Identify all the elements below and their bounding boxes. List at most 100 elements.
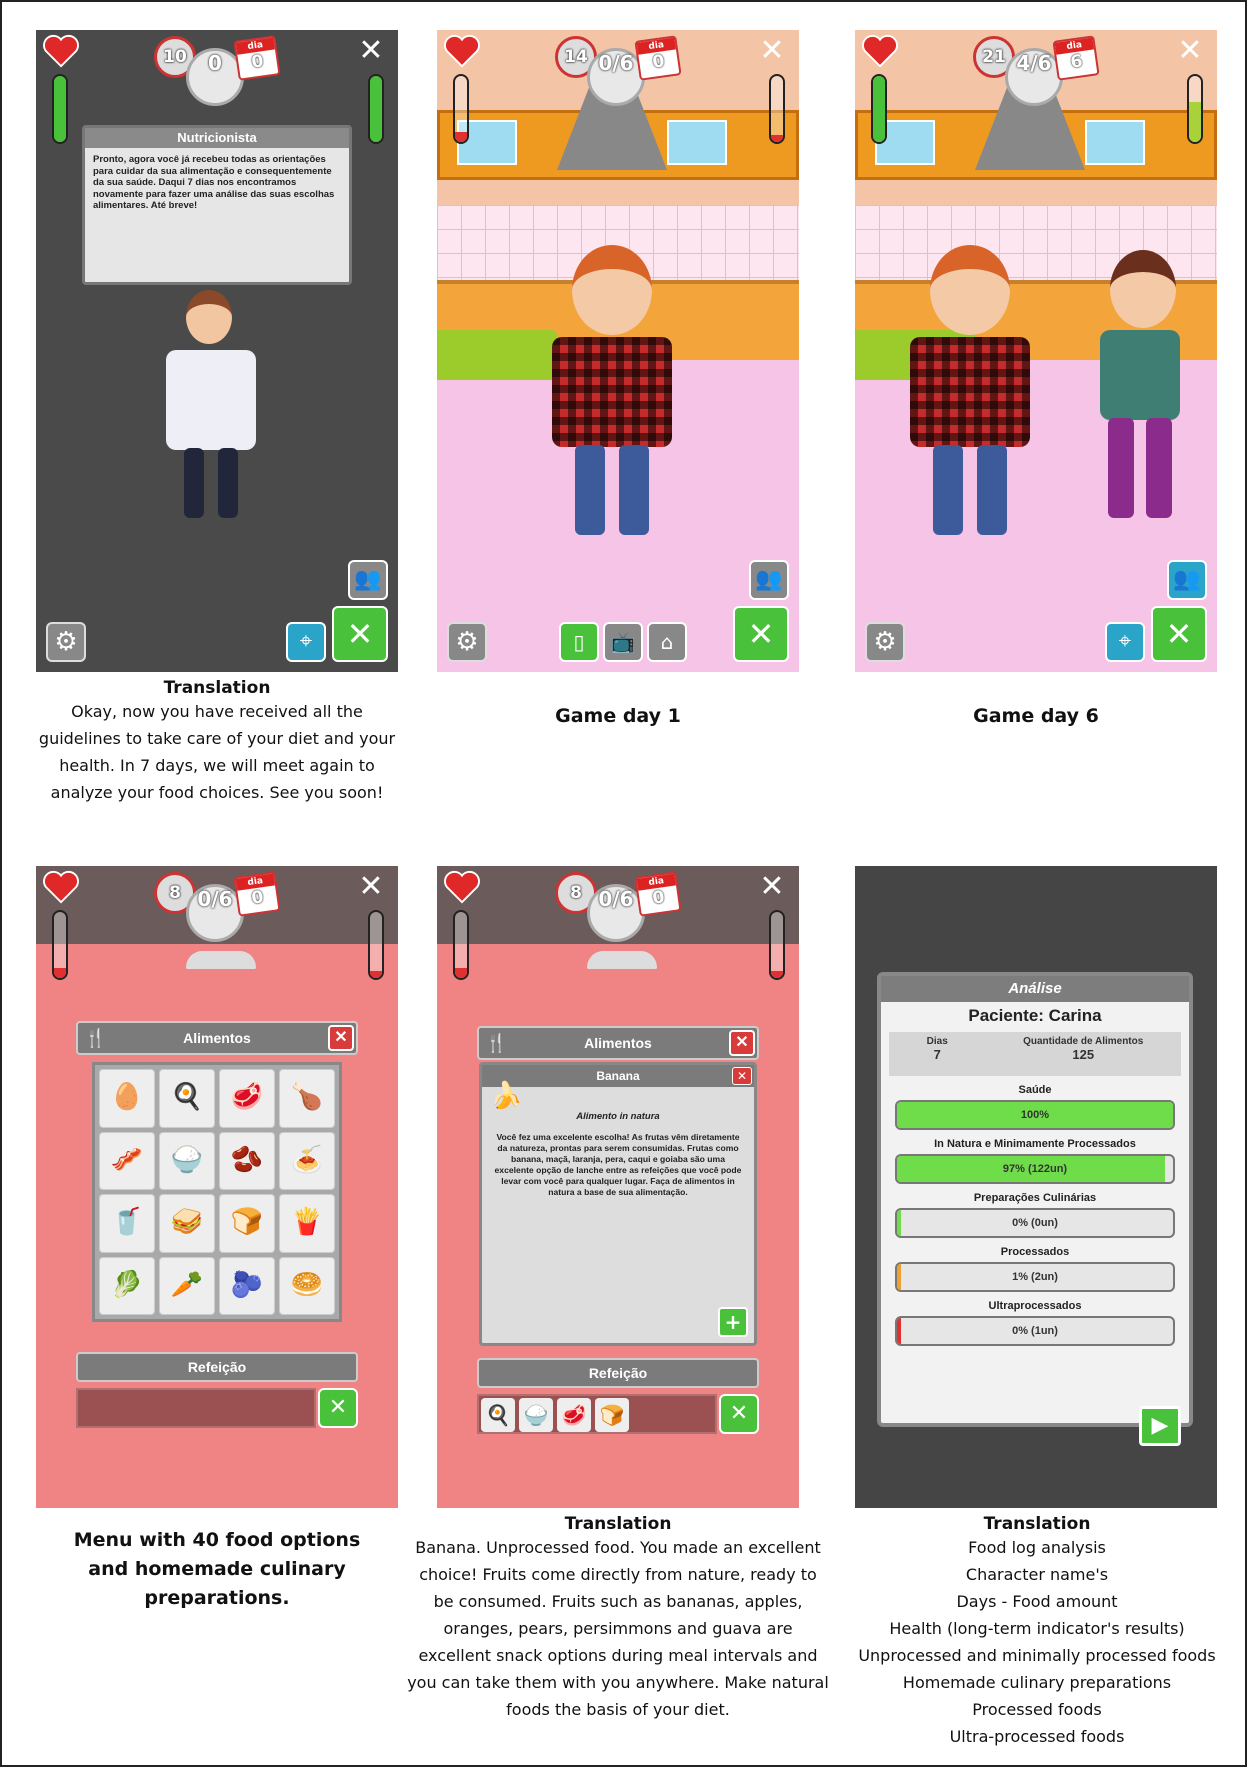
food-item[interactable]: 🥚 bbox=[99, 1069, 155, 1128]
meal-item[interactable]: 🍞 bbox=[595, 1398, 629, 1432]
hunger-bar bbox=[1187, 74, 1203, 144]
eat-button[interactable]: ✕ bbox=[733, 606, 789, 662]
eat-button[interactable]: ✕ bbox=[318, 1388, 358, 1428]
settings-button[interactable]: ⚙ bbox=[447, 622, 487, 662]
heart-icon bbox=[444, 35, 480, 68]
analysis-bar-label: Ultraprocessados bbox=[988, 1300, 1082, 1312]
characters-button[interactable]: 👥 bbox=[348, 560, 388, 600]
location-button[interactable]: ⌖ bbox=[286, 622, 326, 662]
meal-slot[interactable] bbox=[76, 1388, 316, 1428]
caption-line: Unprocessed and minimally processed food… bbox=[858, 1646, 1216, 1665]
caption-lines: Food log analysis Character name's Days - … bbox=[827, 1534, 1247, 1750]
nutritionist-dialog: Nutricionista Pronto, agora você já rece… bbox=[82, 125, 352, 285]
caption-title: Translation bbox=[163, 678, 271, 698]
food-item[interactable]: 🍟 bbox=[279, 1194, 335, 1253]
food-name: Banana bbox=[482, 1065, 754, 1087]
day-calendar: dia 0 bbox=[634, 871, 682, 917]
meal-slot[interactable]: 🍳 🍚 🥩 🍞 bbox=[477, 1394, 717, 1434]
caption-line: Health (long-term indicator's results) bbox=[889, 1619, 1185, 1638]
analysis-bar-label: In Natura e Minimamente Processados bbox=[934, 1138, 1136, 1150]
heart-icon bbox=[43, 871, 79, 904]
analysis-bar-value: 0% (1un) bbox=[1012, 1325, 1058, 1337]
store-button[interactable]: ⌂ bbox=[647, 622, 687, 662]
food-menu-header: 🍴 Alimentos ✕ bbox=[76, 1021, 358, 1055]
food-item[interactable]: 🫘 bbox=[219, 1131, 275, 1190]
food-item[interactable]: 🫐 bbox=[219, 1256, 275, 1315]
analysis-bars: Saúde 100% In Natura e Minimamente Process… bbox=[881, 1084, 1189, 1346]
heart-icon bbox=[43, 35, 79, 68]
caption-panel-4: Menu with 40 food options and homemade c… bbox=[73, 1529, 361, 1609]
caption-line: Food log analysis bbox=[968, 1538, 1106, 1557]
food-item[interactable]: 🥪 bbox=[159, 1194, 215, 1253]
meal-item[interactable]: 🍳 bbox=[481, 1398, 515, 1432]
food-menu-title: Alimentos bbox=[584, 1035, 652, 1051]
heart-icon bbox=[862, 35, 898, 68]
eat-button[interactable]: ✕ bbox=[719, 1394, 759, 1434]
food-item[interactable]: 🥤 bbox=[99, 1194, 155, 1253]
health-bar bbox=[453, 910, 469, 980]
meal-item[interactable]: 🥩 bbox=[557, 1398, 591, 1432]
health-bar bbox=[52, 74, 68, 144]
caption-panel-3: Game day 6 bbox=[973, 705, 1099, 727]
settings-button[interactable]: ⚙ bbox=[46, 622, 86, 662]
nutritionist-character bbox=[156, 290, 266, 530]
caption-panel-6: Translation Food log analysis Character n… bbox=[827, 1514, 1247, 1750]
cutlery-icon: 🍴 bbox=[84, 1028, 107, 1048]
analysis-stats: Dias 7 Quantidade de Alimentos 125 bbox=[889, 1032, 1181, 1076]
food-item[interactable]: 🍳 bbox=[159, 1069, 215, 1128]
eat-button[interactable]: ✕ bbox=[1151, 606, 1207, 662]
next-button[interactable]: ▶ bbox=[1139, 1406, 1181, 1446]
screen-game-day-1: ✕ 14 0/6 dia 0 👥 ⚙ ▯ 📺 ⌂ ✕ bbox=[437, 30, 799, 672]
close-card-button[interactable]: ✕ bbox=[732, 1067, 752, 1085]
food-item[interactable]: 🥕 bbox=[159, 1256, 215, 1315]
day-calendar: dia 0 bbox=[233, 871, 281, 917]
close-menu-button[interactable]: ✕ bbox=[328, 1025, 354, 1051]
characters-button[interactable]: 👥 bbox=[1167, 560, 1207, 600]
analysis-bar-value: 1% (2un) bbox=[1012, 1271, 1058, 1283]
analysis-bar-label: Preparações Culinárias bbox=[973, 1192, 1097, 1204]
screen-game-day-6: ✕ 21 4/6 dia 6 👥 ⚙ ⌖ ✕ bbox=[855, 30, 1217, 672]
food-item[interactable]: 🥩 bbox=[219, 1069, 275, 1128]
player-character bbox=[895, 245, 1045, 545]
tv-button[interactable]: 📺 bbox=[603, 622, 643, 662]
characters-button[interactable]: 👥 bbox=[749, 560, 789, 600]
screen-analysis: Análise Paciente: Carina Dias 7 Quantidad… bbox=[855, 866, 1217, 1508]
meal-header: Refeição bbox=[76, 1352, 358, 1382]
caption-line: Homemade culinary preparations bbox=[902, 1673, 1172, 1692]
fridge-button[interactable]: ▯ bbox=[559, 622, 599, 662]
hunger-bar bbox=[769, 74, 785, 144]
caption-title: Translation bbox=[564, 1514, 672, 1534]
analysis-panel: Análise Paciente: Carina Dias 7 Quantidad… bbox=[877, 972, 1193, 1427]
food-item[interactable]: 🥬 bbox=[99, 1256, 155, 1315]
food-item[interactable]: 🍞 bbox=[219, 1194, 275, 1253]
caption-text: Banana. Unprocessed food. You made an ex… bbox=[407, 1538, 829, 1719]
eat-button[interactable]: ✕ bbox=[332, 606, 388, 662]
hunger-bar bbox=[769, 910, 785, 980]
food-item[interactable]: 🍗 bbox=[279, 1069, 335, 1128]
food-item[interactable]: 🥓 bbox=[99, 1131, 155, 1190]
food-amount-stat: Quantidade de Alimentos 125 bbox=[1023, 1036, 1144, 1062]
caption-line: Character name's bbox=[965, 1565, 1109, 1584]
meal-item[interactable]: 🍚 bbox=[519, 1398, 553, 1432]
food-item[interactable]: 🍚 bbox=[159, 1131, 215, 1190]
location-button[interactable]: ⌖ bbox=[1105, 622, 1145, 662]
settings-button[interactable]: ⚙ bbox=[865, 622, 905, 662]
food-item[interactable]: 🥯 bbox=[279, 1256, 335, 1315]
close-menu-button[interactable]: ✕ bbox=[729, 1030, 755, 1056]
fork-knife-icon: ✕ bbox=[1177, 33, 1203, 68]
food-item[interactable]: 🍝 bbox=[279, 1131, 335, 1190]
analysis-progress-bar: 100% bbox=[895, 1100, 1175, 1130]
analysis-progress-bar: 0% (0un) bbox=[895, 1208, 1175, 1238]
caption-title: Translation bbox=[983, 1514, 1091, 1534]
add-food-button[interactable]: + bbox=[718, 1307, 748, 1337]
caption-line: Processed foods bbox=[972, 1700, 1102, 1719]
screen-food-menu: ✕ 8 0/6 dia 0 🍴 Alimentos ✕ 🥚 🍳 🥩 🍗 🥓 🍚 🫘 🍝 🥤 🥪 🍞 🍟 🥬… bbox=[36, 866, 398, 1508]
analysis-bar-value: 0% (0un) bbox=[1012, 1217, 1058, 1229]
cutlery-icon: 🍴 bbox=[485, 1033, 508, 1053]
cabinet-window bbox=[1085, 120, 1145, 165]
food-grid: 🥚 🍳 🥩 🍗 🥓 🍚 🫘 🍝 🥤 🥪 🍞 🍟 🥬 🥕 🫐 🥯 bbox=[92, 1062, 342, 1322]
food-category: Alimento in natura bbox=[576, 1111, 660, 1122]
analysis-progress-bar: 1% (2un) bbox=[895, 1262, 1175, 1292]
food-message: Você fez uma excelente escolha! As fruta… bbox=[494, 1132, 742, 1197]
day-calendar: dia 0 bbox=[233, 35, 281, 81]
